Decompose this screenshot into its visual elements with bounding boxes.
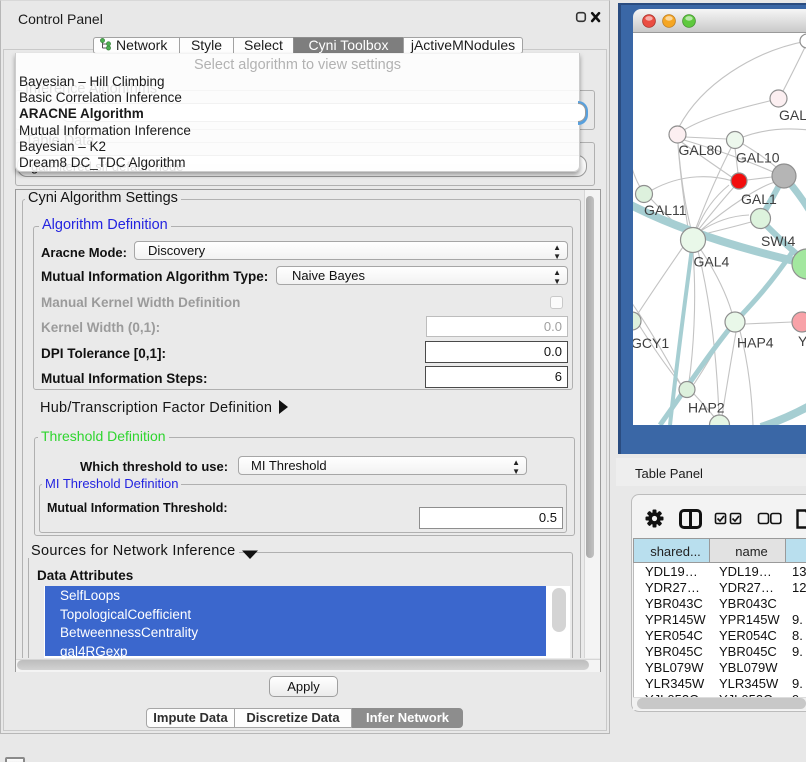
svg-text:GAL1: GAL1 <box>741 191 777 207</box>
svg-text:Y: Y <box>798 333 806 349</box>
svg-text:GAL7: GAL7 <box>779 107 806 123</box>
svg-text:HAP2: HAP2 <box>688 400 725 416</box>
svg-text:GAL11: GAL11 <box>644 202 687 218</box>
svg-text:SWI4: SWI4 <box>761 233 795 249</box>
svg-text:GAL80: GAL80 <box>679 142 723 158</box>
svg-text:GAL4: GAL4 <box>694 254 730 270</box>
svg-text:HAP4: HAP4 <box>737 335 774 351</box>
svg-text:GCY1: GCY1 <box>633 335 669 351</box>
svg-text:GAL10: GAL10 <box>736 150 780 166</box>
